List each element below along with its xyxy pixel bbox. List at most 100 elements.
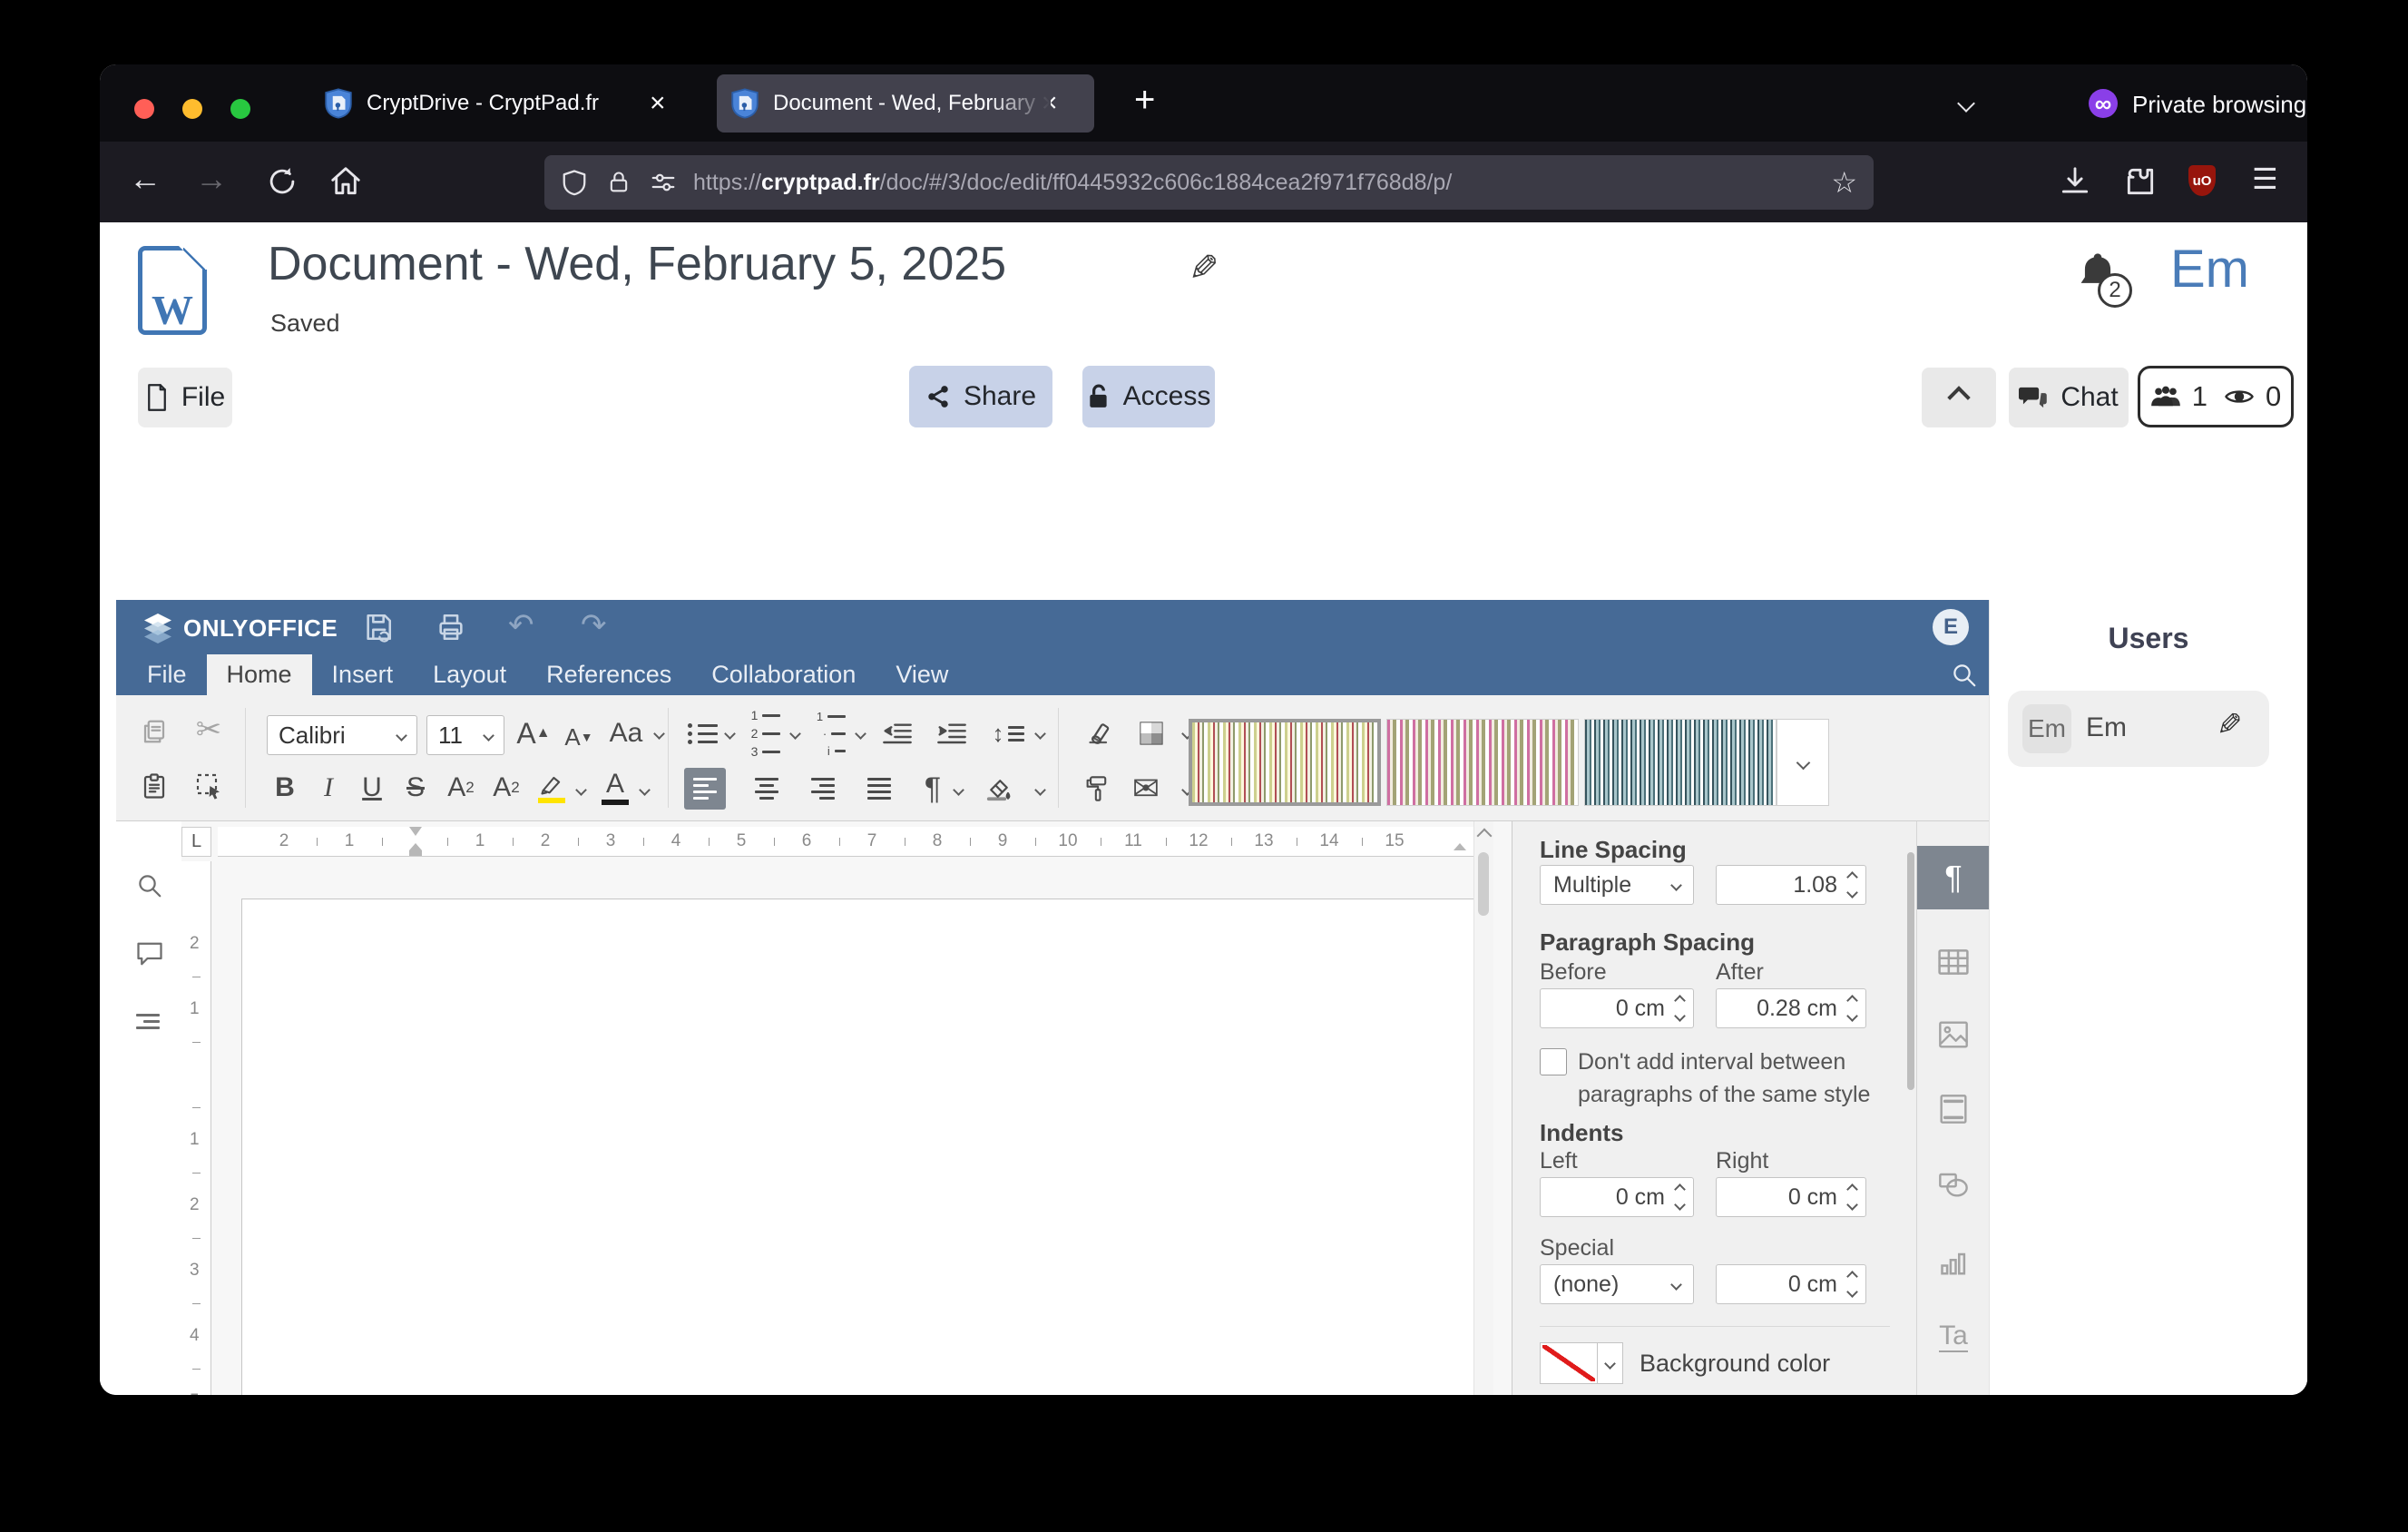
spacing-after-input[interactable]: 0.28 cm [1716, 988, 1866, 1028]
align-center-button[interactable] [746, 768, 788, 810]
font-name-select[interactable]: Calibri [267, 715, 417, 755]
bookmark-star-icon[interactable]: ☆ [1831, 165, 1857, 200]
minimize-window-button[interactable] [182, 99, 202, 119]
notifications-bell-icon[interactable]: 2 [2074, 250, 2121, 302]
spinner[interactable] [1848, 873, 1856, 897]
tab-stop-selector[interactable]: L [181, 827, 211, 857]
file-button[interactable]: File [138, 368, 232, 427]
font-color-chevron-icon[interactable] [639, 784, 651, 796]
find-icon[interactable] [136, 872, 163, 899]
strikethrough-button[interactable]: S [397, 768, 434, 808]
bullet-list-chevron-icon[interactable] [724, 728, 736, 740]
spinner[interactable] [1848, 997, 1856, 1020]
line-spacing-mode-select[interactable]: Multiple [1540, 865, 1694, 905]
align-right-button[interactable] [802, 768, 844, 810]
font-color-button[interactable]: A [595, 768, 635, 808]
menu-home[interactable]: Home [207, 654, 312, 695]
spinner[interactable] [1676, 1185, 1684, 1209]
line-spacing-value-input[interactable]: 1.08 [1716, 865, 1866, 905]
access-button[interactable]: Access [1082, 366, 1215, 427]
edit-user-pencil-icon[interactable]: ✎ [2217, 707, 2243, 743]
save-icon[interactable] [363, 612, 394, 643]
nonprinting-characters-button[interactable]: ¶ [915, 768, 951, 810]
multilevel-list-button[interactable]: 1·i [811, 713, 851, 753]
styles-gallery-expand-button[interactable] [1777, 719, 1829, 806]
shape-settings-tab[interactable] [1917, 1154, 1990, 1217]
interval-checkbox[interactable] [1540, 1048, 1567, 1075]
mail-merge-button[interactable]: ✉ [1125, 768, 1167, 810]
decrease-font-button[interactable]: A▼ [559, 717, 599, 757]
right-indent-marker[interactable] [1454, 843, 1466, 850]
superscript-button[interactable]: A2 [441, 768, 481, 808]
hanging-indent-marker[interactable] [409, 843, 422, 850]
justify-button[interactable] [858, 768, 900, 810]
table-shading-button[interactable] [1131, 713, 1172, 753]
spacing-before-input[interactable]: 0 cm [1540, 988, 1694, 1028]
list-tabs-chevron-icon[interactable] [1957, 94, 1975, 113]
multilevel-list-chevron-icon[interactable] [855, 728, 866, 740]
numbered-list-button[interactable]: 123 [746, 713, 786, 753]
forward-button[interactable]: → [195, 160, 228, 198]
menu-insert[interactable]: Insert [312, 654, 414, 695]
horizontal-ruler[interactable]: 21123456789101112131415 [218, 827, 1493, 857]
lock-icon[interactable] [606, 169, 631, 196]
bold-button[interactable]: B [267, 768, 303, 808]
select-all-button[interactable] [191, 768, 227, 804]
url-bar[interactable]: https://cryptpad.fr/doc/#/3/doc/edit/ff0… [544, 155, 1874, 210]
copy-button[interactable] [136, 713, 172, 750]
chat-button[interactable]: Chat [2009, 368, 2129, 427]
align-left-button[interactable] [684, 768, 726, 810]
spinner[interactable] [1848, 1272, 1856, 1296]
redo-icon[interactable]: ↷ [581, 607, 607, 643]
paragraph-settings-tab[interactable]: ¶ [1917, 846, 1990, 909]
editor-user-avatar[interactable]: E [1933, 609, 1969, 645]
menu-file[interactable]: File [127, 654, 207, 695]
font-size-select[interactable]: 11 [426, 715, 504, 755]
participants-badge[interactable]: 1 0 [2138, 366, 2294, 427]
chart-settings-tab[interactable] [1917, 1232, 1990, 1295]
tab-cryptdrive[interactable]: CryptDrive - CryptPad.fr × [325, 74, 666, 133]
panel-scroll-thumb[interactable] [1907, 852, 1914, 1090]
menu-references[interactable]: References [526, 654, 691, 695]
indent-left-input[interactable]: 0 cm [1540, 1177, 1694, 1217]
cut-button[interactable]: ✂ [191, 712, 227, 748]
scroll-up-icon[interactable] [1477, 829, 1493, 844]
numbered-list-chevron-icon[interactable] [789, 728, 801, 740]
italic-button[interactable]: I [310, 768, 347, 808]
spinner[interactable] [1848, 1185, 1856, 1209]
share-button[interactable]: Share [909, 366, 1052, 427]
highlight-chevron-icon[interactable] [575, 784, 587, 796]
line-spacing-button[interactable]: ↕ [985, 713, 1031, 753]
vertical-ruler[interactable]: 21123456 [181, 861, 211, 1395]
back-button[interactable]: ← [129, 160, 162, 198]
document-title[interactable]: Document - Wed, February 5, 2025 [268, 237, 1006, 291]
spinner[interactable] [1676, 997, 1684, 1020]
header-footer-settings-tab[interactable] [1917, 1077, 1990, 1141]
tracking-protection-shield-icon[interactable] [561, 169, 588, 196]
interval-checkbox-label[interactable]: Don't add interval between paragraphs of… [1578, 1046, 1870, 1112]
home-button[interactable] [328, 164, 363, 199]
search-icon[interactable] [1951, 662, 1978, 689]
increase-font-button[interactable]: A▲ [514, 713, 553, 753]
user-avatar-text[interactable]: Em [2170, 239, 2249, 300]
decrease-indent-button[interactable] [876, 713, 918, 753]
downloads-button[interactable] [2058, 164, 2092, 199]
menu-collaboration[interactable]: Collaboration [691, 654, 876, 695]
text-art-settings-tab[interactable]: Ta [1917, 1304, 1990, 1368]
reload-button[interactable] [265, 164, 299, 199]
special-by-input[interactable]: 0 cm [1716, 1264, 1866, 1304]
indent-right-input[interactable]: 0 cm [1716, 1177, 1866, 1217]
menu-layout[interactable]: Layout [413, 654, 526, 695]
comments-icon[interactable] [136, 941, 163, 967]
background-color-button[interactable]: Background color [1540, 1342, 1830, 1384]
highlight-color-button[interactable] [532, 768, 572, 808]
increase-indent-button[interactable] [931, 713, 973, 753]
underline-button[interactable]: U [354, 768, 390, 808]
left-indent-marker[interactable] [409, 850, 422, 856]
line-spacing-chevron-icon[interactable] [1034, 728, 1046, 740]
copy-style-button[interactable] [1076, 768, 1118, 810]
undo-icon[interactable]: ↶ [508, 607, 534, 643]
mail-merge-settings-tab[interactable]: ✉ [1917, 1373, 1990, 1395]
ublock-origin-icon[interactable]: uO [2188, 165, 2216, 196]
clear-style-button[interactable] [1076, 713, 1118, 753]
